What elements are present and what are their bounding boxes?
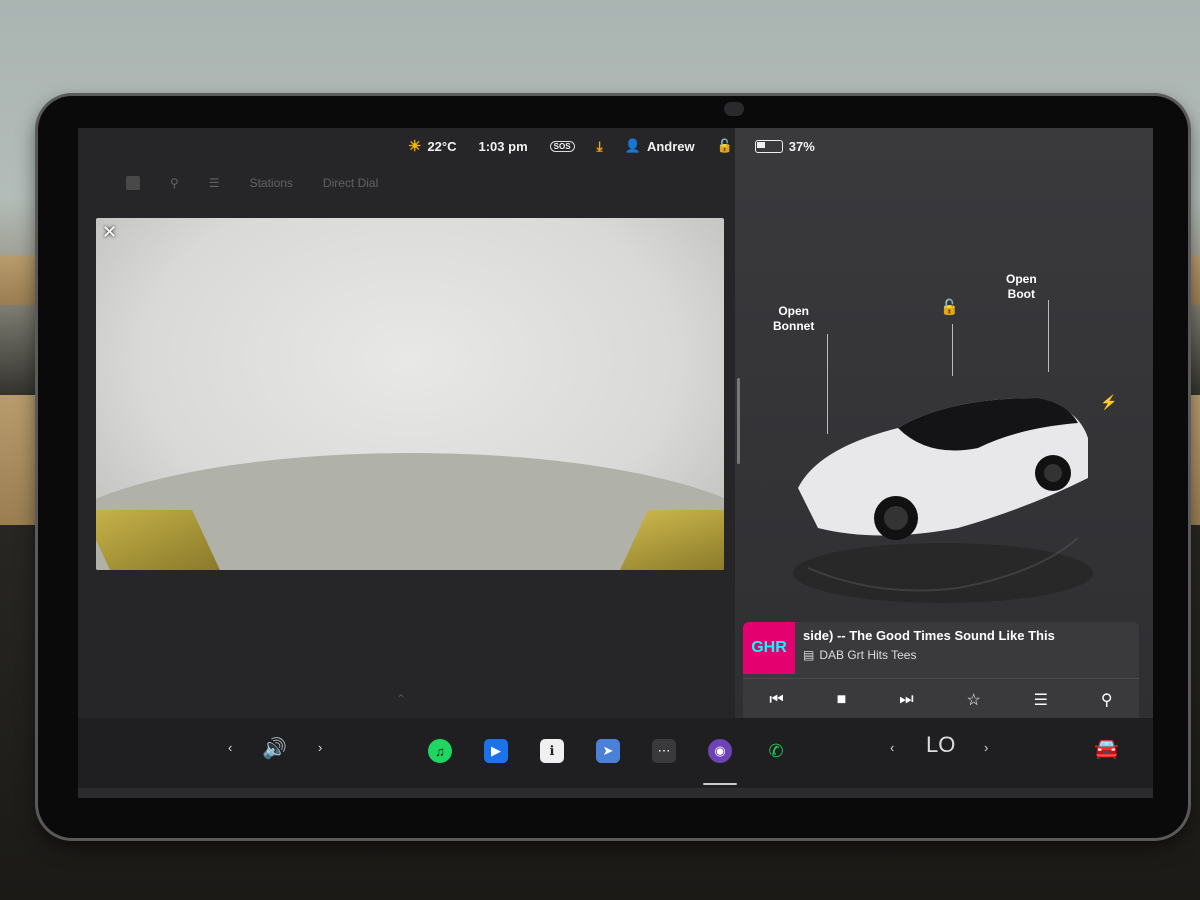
volume-icon[interactable]: 🔊 — [262, 736, 287, 761]
bottom-dock: ‹ 🔊 › ♫ ▶ ℹ ➤ ⋯ ◉ ✆ ‹ LO › 🚘 — [78, 718, 1153, 788]
open-bonnet-line2: Bonnet — [773, 319, 815, 333]
radio-icon: ▤ — [803, 648, 815, 662]
sos[interactable]: SOS — [549, 140, 575, 152]
temp-up-icon[interactable]: › — [984, 740, 988, 755]
status-bar: ☀ 22°C 1:03 pm SOS ⤓ 👤 Andrew 🔓 37% — [408, 134, 837, 158]
close-icon[interactable]: ✕ — [102, 222, 117, 243]
stop-icon[interactable]: ■ — [837, 691, 847, 709]
climate-temp[interactable]: LO — [926, 732, 955, 758]
download[interactable]: ⤓ — [597, 138, 603, 155]
open-boot-line1: Open — [1006, 272, 1037, 286]
zoom-app-icon[interactable]: ▶ — [484, 739, 508, 763]
weather: ☀ 22°C — [408, 137, 457, 155]
download-icon: ⤓ — [596, 137, 603, 154]
open-boot-button[interactable]: Open Boot — [1006, 272, 1037, 302]
open-bonnet-button[interactable]: Open Bonnet — [773, 304, 814, 334]
now-playing[interactable]: GHR side) -- The Good Times Sound Like T… — [743, 622, 1139, 674]
spotify-app-icon[interactable]: ♫ — [428, 739, 452, 763]
station-row: ▤ DAB Grt Hits Tees — [803, 648, 916, 662]
battery-percent: 37% — [788, 138, 815, 154]
tab-stations: Stations — [249, 176, 293, 190]
battery-icon — [754, 139, 783, 153]
car-model-image — [793, 398, 1093, 603]
time: 1:03 pm — [478, 138, 528, 154]
lock-status[interactable]: 🔓 — [717, 138, 733, 154]
active-app-indicator — [703, 783, 737, 785]
next-track-icon[interactable]: ⏭ — [899, 691, 913, 709]
volume-up-icon[interactable]: › — [318, 740, 322, 755]
sun-icon: ☀ — [408, 138, 422, 155]
open-boot-line2: Boot — [1007, 287, 1035, 301]
phone-icon[interactable]: ✆ — [764, 739, 788, 763]
touchscreen: ⚲ ☰ Stations Direct Dial ✕ ⌃ ☀ 22°C 1:03… — [78, 128, 1153, 798]
tab-direct-dial: Direct Dial — [322, 176, 379, 190]
menu-icon: ☰ — [208, 176, 220, 190]
rear-camera-view: ✕ — [96, 218, 724, 570]
search-icon: ⚲ — [170, 176, 179, 190]
left-pane: ⚲ ☰ Stations Direct Dial ✕ ⌃ — [78, 128, 735, 718]
clock: 1:03 pm — [479, 139, 528, 154]
notes-app-icon[interactable]: ℹ — [540, 739, 564, 763]
boot-pointer — [1048, 300, 1049, 372]
camera-app-icon[interactable]: ◉ — [708, 739, 732, 763]
station-name: DAB Grt Hits Tees — [819, 648, 917, 662]
user-icon: 👤 — [624, 138, 641, 153]
search-icon[interactable]: ⚲ — [1101, 690, 1113, 710]
cabin-camera — [724, 102, 744, 116]
user-name: Andrew — [646, 138, 695, 154]
temperature: 22°C — [427, 138, 457, 154]
media-controls: ⏮ ■ ⏭ ☆ ☰ ⚲ — [743, 678, 1139, 721]
climate-temp-value: LO — [926, 732, 956, 757]
previous-track-icon[interactable]: ⏮ — [769, 691, 783, 709]
open-bonnet-line1: Open — [778, 304, 809, 318]
pane-resize-handle[interactable] — [737, 378, 740, 464]
car-controls-icon[interactable]: 🚘 — [1094, 736, 1119, 761]
album-art: GHR — [743, 622, 795, 674]
user-profile[interactable]: 👤 Andrew — [625, 138, 695, 154]
unlock-icon[interactable]: 🔓 — [940, 298, 959, 316]
more-apps-icon[interactable]: ⋯ — [652, 739, 676, 763]
sos-icon: SOS — [549, 140, 575, 152]
song-title: side) -- The Good Times Sound Like This — [803, 628, 1055, 643]
app-icon — [126, 176, 140, 190]
battery: 37% — [754, 138, 815, 154]
navigation-app-icon[interactable]: ➤ — [596, 739, 620, 763]
faded-header: ⚲ ☰ Stations Direct Dial — [78, 168, 378, 198]
equalizer-icon[interactable]: ☰ — [1034, 690, 1048, 710]
unlock-icon: 🔓 — [716, 138, 733, 153]
chevron-up-icon[interactable]: ⌃ — [396, 692, 406, 706]
media-player: GHR side) -- The Good Times Sound Like T… — [743, 622, 1139, 724]
battery-fill — [756, 141, 765, 148]
volume-down-icon[interactable]: ‹ — [228, 740, 232, 755]
favorite-star-icon[interactable]: ☆ — [966, 690, 980, 710]
temp-down-icon[interactable]: ‹ — [890, 740, 894, 755]
